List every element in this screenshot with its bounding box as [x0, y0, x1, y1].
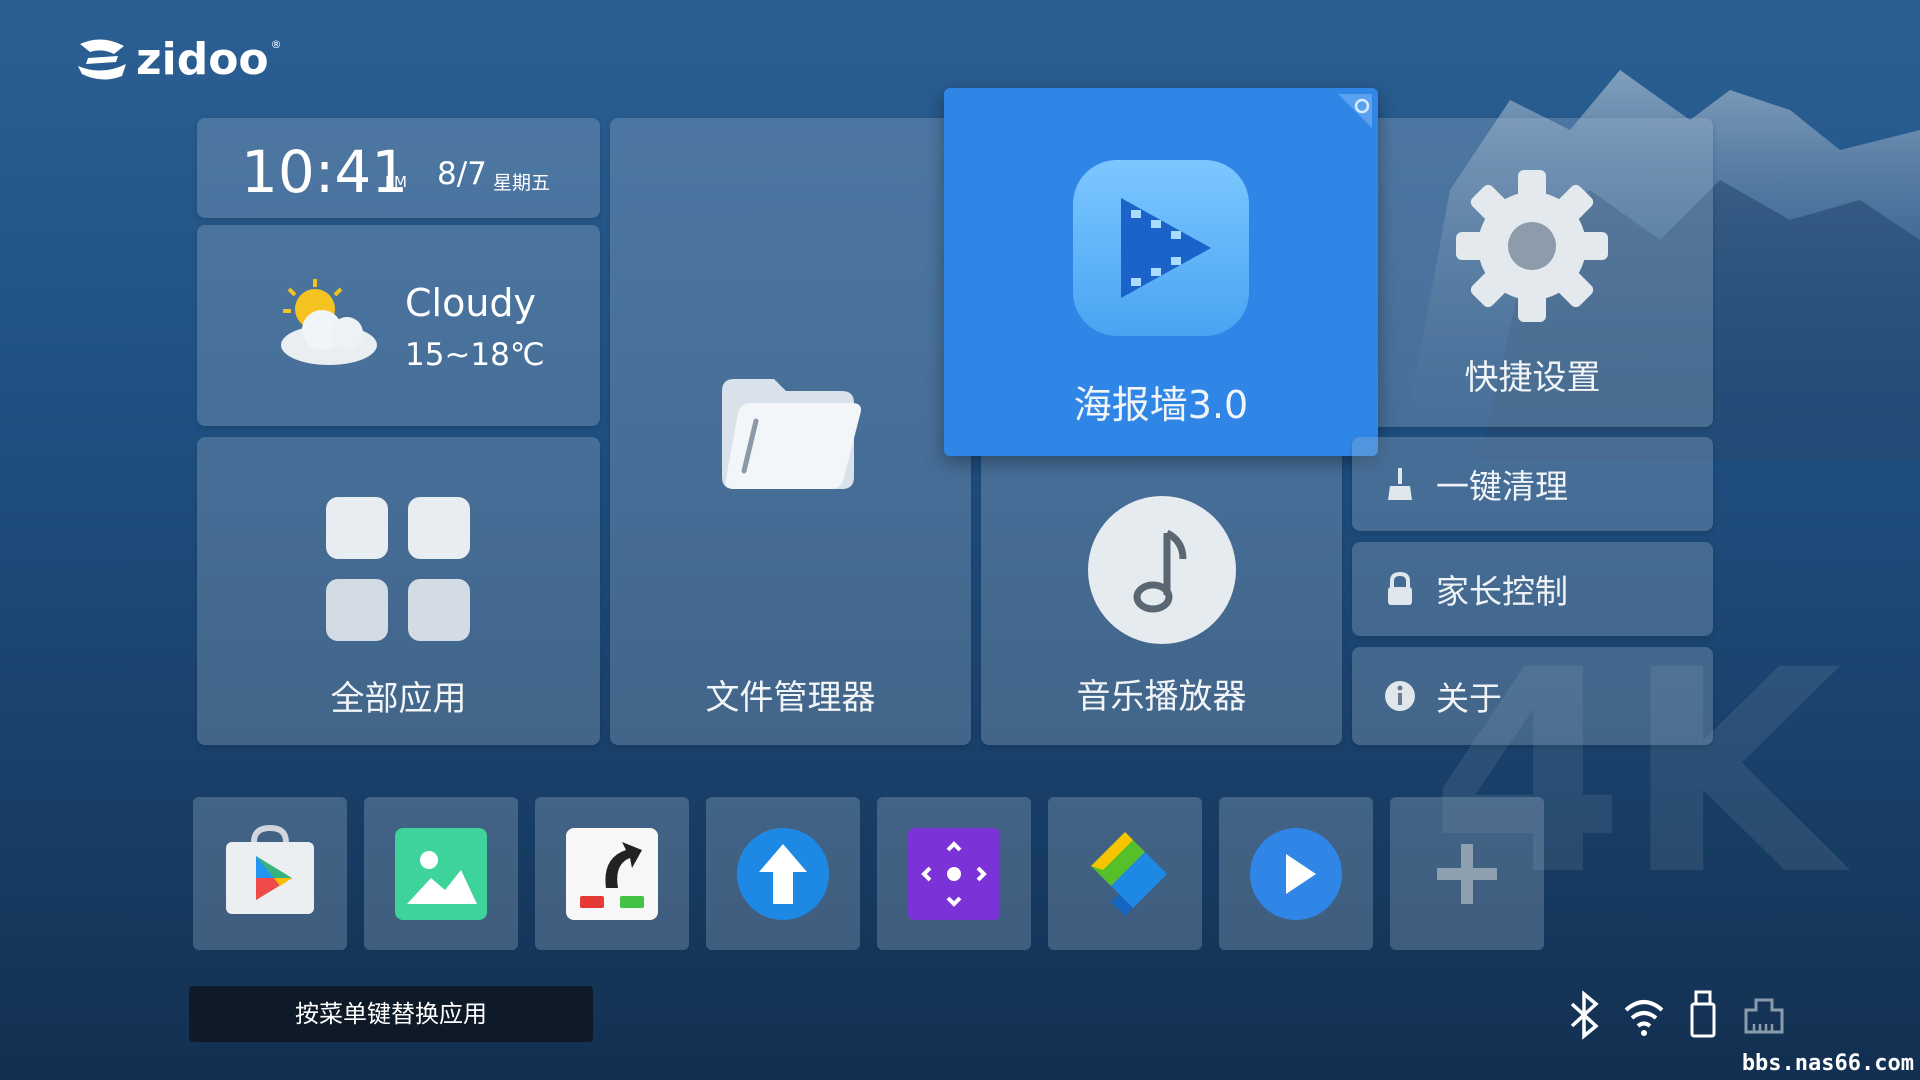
dock-shortcut-app[interactable]	[535, 797, 689, 950]
logo-text: zidoo	[136, 33, 269, 85]
lock-icon	[1388, 571, 1412, 605]
clock-weekday: 星期五	[493, 172, 551, 194]
about-label: 关于	[1436, 679, 1502, 718]
upload-icon	[737, 828, 829, 920]
weather-tile[interactable]: Cloudy 15~18℃	[197, 225, 600, 426]
kodi-like-app-icon	[1091, 832, 1167, 916]
bluetooth-icon	[1570, 990, 1599, 1040]
poster-wall-tile[interactable]: 海报墙3.0	[944, 88, 1378, 456]
clock-date: 8/7	[437, 156, 487, 192]
dock-kodi-like-app[interactable]	[1048, 797, 1202, 950]
grid-apps-icon	[326, 497, 470, 641]
partly-cloudy-icon	[281, 279, 377, 365]
play-store-icon	[226, 824, 314, 914]
wifi-icon	[1624, 1000, 1664, 1036]
file-manager-label: 文件管理器	[705, 678, 876, 718]
info-icon	[1385, 681, 1415, 711]
quick-settings-tile[interactable]: 快捷设置	[1352, 118, 1713, 427]
folder-icon	[722, 379, 861, 489]
quick-settings-label: 快捷设置	[1464, 358, 1601, 398]
poster-wall-app-icon	[1073, 160, 1249, 336]
file-manager-tile[interactable]: 文件管理器	[610, 118, 971, 745]
weather-condition: Cloudy	[405, 281, 537, 325]
gear-icon	[1456, 170, 1608, 322]
site-watermark: bbs.nas66.com	[1741, 1051, 1914, 1076]
zidoo-logo: zidoo ®	[74, 33, 282, 85]
zidoo-mark-icon	[78, 39, 126, 80]
parental-control-label: 家长控制	[1436, 572, 1568, 611]
dock-upload[interactable]	[706, 797, 860, 950]
dock-gallery[interactable]	[364, 797, 518, 950]
refresh-corner-icon	[1338, 94, 1372, 128]
usb-icon	[1690, 990, 1716, 1038]
broom-icon	[1388, 468, 1412, 500]
music-player-label: 音乐播放器	[1076, 677, 1247, 717]
gallery-icon	[395, 828, 487, 920]
dock-play-store[interactable]	[193, 797, 347, 950]
parental-control-button[interactable]: 家长控制	[1352, 542, 1713, 636]
clock-time: 10:41	[241, 138, 409, 206]
clock-tile: 10:41 PM 8/7 星期五	[197, 118, 600, 218]
one-key-clean-button[interactable]: 一键清理	[1352, 437, 1713, 531]
registered-mark: ®	[270, 37, 282, 51]
ethernet-icon	[1744, 998, 1784, 1034]
shortcut-app-icon	[566, 828, 658, 920]
video-player-icon	[1250, 828, 1342, 920]
about-button[interactable]: 关于	[1352, 647, 1713, 745]
poster-wall-label: 海报墙3.0	[1073, 383, 1249, 427]
dock-remote-control[interactable]	[877, 797, 1031, 950]
remote-control-icon	[908, 828, 1000, 920]
clock-ampm: PM	[385, 173, 407, 191]
music-player-tile[interactable]: 音乐播放器	[981, 445, 1342, 745]
one-key-clean-label: 一键清理	[1436, 467, 1568, 506]
dock-add-app[interactable]	[1390, 797, 1544, 950]
weather-temperature: 15~18℃	[405, 337, 545, 373]
music-note-icon	[1088, 496, 1236, 644]
dock-video-player[interactable]	[1219, 797, 1373, 950]
all-apps-tile[interactable]: 全部应用	[197, 437, 600, 745]
all-apps-label: 全部应用	[330, 679, 467, 719]
replace-app-hint: 按菜单键替换应用	[189, 986, 593, 1042]
add-app-icon	[1437, 844, 1497, 904]
